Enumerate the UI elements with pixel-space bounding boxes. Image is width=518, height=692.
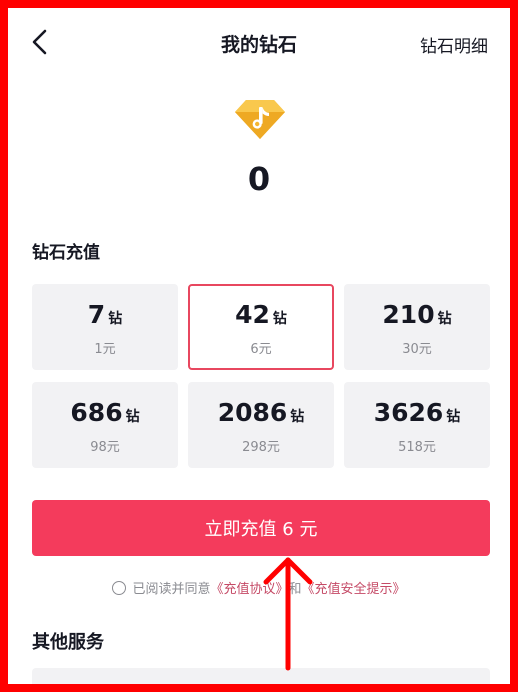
package-amount: 7: [87, 300, 106, 329]
recharge-agreement-link[interactable]: 《充值协议》: [210, 582, 288, 597]
package-price: 98元: [90, 440, 120, 455]
package-option[interactable]: 3626 钻 518元: [344, 382, 490, 468]
screen-frame: 我的钻石 钻石明细 0 钻石充值 7钻 1元 42钻 6元 210钻 30元: [8, 8, 510, 684]
package-option[interactable]: 2086 钻 298元: [188, 382, 334, 468]
other-services-title: 其他服务: [32, 632, 104, 653]
diamond-detail-link[interactable]: 钻石明细: [420, 32, 488, 57]
recharge-pay-button[interactable]: 立即充值 6 元: [32, 500, 490, 556]
package-option-selected[interactable]: 42 钻 6元: [188, 284, 334, 370]
package-amount: 2086: [217, 398, 288, 427]
package-amount: 686: [70, 398, 123, 427]
package-price: 30元: [402, 342, 432, 357]
agreement-row: 已阅读并同意《充值协议》和《充值安全提示》: [8, 578, 510, 597]
radio-unchecked-icon[interactable]: [112, 581, 127, 595]
package-price: 298元: [242, 440, 280, 455]
agreement-prefix: 已阅读并同意: [132, 582, 211, 597]
package-unit: 钻: [290, 409, 305, 425]
package-price: 6元: [250, 342, 272, 357]
package-unit: 钻: [108, 311, 123, 327]
diamond-balance: 0: [247, 160, 271, 198]
agreement-joiner: 和: [288, 582, 302, 597]
package-unit: 钻: [272, 311, 287, 327]
package-unit: 钻: [125, 409, 140, 425]
package-option[interactable]: 210 钻 30元: [344, 284, 490, 370]
package-amount: 210: [382, 300, 435, 329]
package-option[interactable]: 686 钻 98元: [32, 382, 178, 468]
package-price: 1元: [94, 342, 116, 357]
package-unit: 钻: [446, 409, 461, 425]
header: 我的钻石 钻石明细: [8, 8, 510, 78]
package-unit: 钻: [437, 311, 452, 327]
diamond-icon: [235, 100, 285, 139]
recharge-section-title: 钻石充值: [32, 243, 100, 263]
security-tips-link[interactable]: 《充值安全提示》: [302, 582, 406, 597]
package-amount: 3626: [373, 398, 444, 427]
package-price: 518元: [398, 440, 436, 455]
other-service-card[interactable]: [32, 668, 490, 684]
package-option[interactable]: 7钻 1元: [32, 284, 178, 370]
package-amount: 42: [235, 300, 270, 329]
